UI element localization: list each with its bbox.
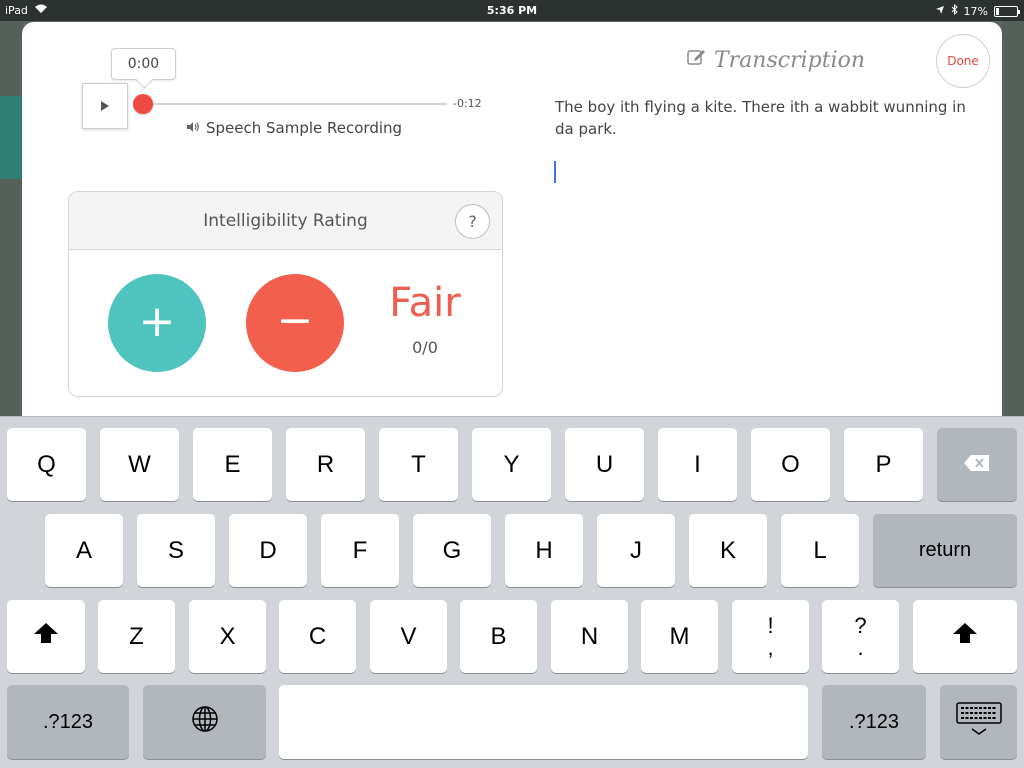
bluetooth-icon — [951, 3, 958, 18]
space-bar[interactable] — [279, 685, 808, 759]
key-h[interactable]: H — [505, 514, 583, 587]
key-y[interactable]: Y — [472, 428, 551, 501]
key-l[interactable]: L — [781, 514, 859, 587]
minus-button[interactable]: − — [246, 274, 344, 372]
exclaim-label: ! — [767, 612, 774, 638]
globe-key[interactable] — [143, 685, 266, 759]
location-icon — [935, 5, 945, 18]
key-p[interactable]: P — [844, 428, 923, 501]
status-bar: iPad 5:36 PM 17% — [0, 0, 1024, 21]
key-g[interactable]: G — [413, 514, 491, 587]
backspace-icon — [963, 451, 991, 479]
play-button[interactable] — [82, 83, 128, 129]
done-button[interactable]: Done — [936, 34, 990, 88]
transcription-modal: 0:00 -0:12 Speech Sample Recording Intel… — [22, 22, 1002, 442]
question-label: ? — [854, 612, 867, 638]
comma-label: , — [767, 634, 774, 660]
rating-header: Intelligibility Rating ? — [69, 192, 502, 250]
recording-label-text: Speech Sample Recording — [206, 119, 403, 137]
shift-icon — [33, 622, 59, 651]
key-u[interactable]: U — [565, 428, 644, 501]
key-e[interactable]: E — [193, 428, 272, 501]
shift-icon — [952, 622, 978, 651]
transcription-text-area[interactable]: The boy ith flying a kite. There ith a w… — [555, 96, 985, 140]
backspace-key[interactable] — [937, 428, 1017, 501]
rating-value: Fair — [389, 280, 461, 326]
period-label: . — [857, 634, 864, 660]
key-j[interactable]: J — [597, 514, 675, 587]
question-period-labels: ? . — [854, 612, 867, 660]
key-m[interactable]: M — [641, 600, 718, 673]
remaining-time: -0:12 — [453, 97, 482, 110]
speaker-icon — [186, 119, 200, 137]
key-s[interactable]: S — [137, 514, 215, 587]
exclaim-comma-labels: ! , — [767, 612, 774, 660]
shift-key-right[interactable] — [913, 600, 1017, 673]
numbers-key-right[interactable]: .?123 — [822, 685, 926, 759]
recording-label: Speech Sample Recording — [186, 119, 402, 137]
transcription-header: Transcription — [686, 47, 865, 73]
play-icon — [101, 101, 109, 111]
key-b[interactable]: B — [460, 600, 537, 673]
key-x[interactable]: X — [189, 600, 266, 673]
return-key[interactable]: return — [873, 514, 1017, 587]
text-cursor — [554, 161, 556, 183]
key-w[interactable]: W — [100, 428, 179, 501]
battery-fill — [996, 7, 999, 15]
key-t[interactable]: T — [379, 428, 458, 501]
key-q[interactable]: Q — [7, 428, 86, 501]
background-left — [0, 21, 24, 421]
numbers-key-left[interactable]: .?123 — [7, 685, 129, 759]
key-exclaim-comma[interactable]: ! , — [732, 600, 809, 673]
background-teal-strip — [0, 96, 24, 179]
key-a[interactable]: A — [45, 514, 123, 587]
battery-percent: 17% — [963, 4, 988, 18]
globe-icon — [191, 705, 219, 740]
key-k[interactable]: K — [689, 514, 767, 587]
key-c[interactable]: C — [279, 600, 356, 673]
key-f[interactable]: F — [321, 514, 399, 587]
help-button[interactable]: ? — [455, 204, 490, 239]
shift-key-left[interactable] — [7, 600, 85, 673]
battery-icon — [994, 5, 1020, 17]
key-z[interactable]: Z — [98, 600, 175, 673]
key-question-period[interactable]: ? . — [822, 600, 899, 673]
plus-button[interactable]: + — [108, 274, 206, 372]
rating-title: Intelligibility Rating — [203, 211, 368, 231]
hide-keyboard-icon — [955, 701, 1003, 744]
key-n[interactable]: N — [551, 600, 628, 673]
rating-count: 0/0 — [412, 338, 438, 357]
intelligibility-rating-panel: Intelligibility Rating ? + − Fair 0/0 — [68, 191, 503, 397]
edit-icon — [686, 47, 706, 73]
key-d[interactable]: D — [229, 514, 307, 587]
key-r[interactable]: R — [286, 428, 365, 501]
onscreen-keyboard: Q W E R T Y U I O P A S D F G H J K L re… — [0, 416, 1024, 768]
key-o[interactable]: O — [751, 428, 830, 501]
hide-keyboard-key[interactable] — [940, 685, 1017, 759]
background-right — [1002, 21, 1024, 421]
audio-scrubber-track[interactable] — [142, 103, 447, 105]
status-time: 5:36 PM — [486, 4, 538, 17]
key-i[interactable]: I — [658, 428, 737, 501]
key-v[interactable]: V — [370, 600, 447, 673]
current-time-bubble: 0:00 — [111, 48, 176, 80]
transcription-title: Transcription — [714, 47, 866, 73]
audio-scrubber-handle[interactable] — [133, 94, 153, 114]
